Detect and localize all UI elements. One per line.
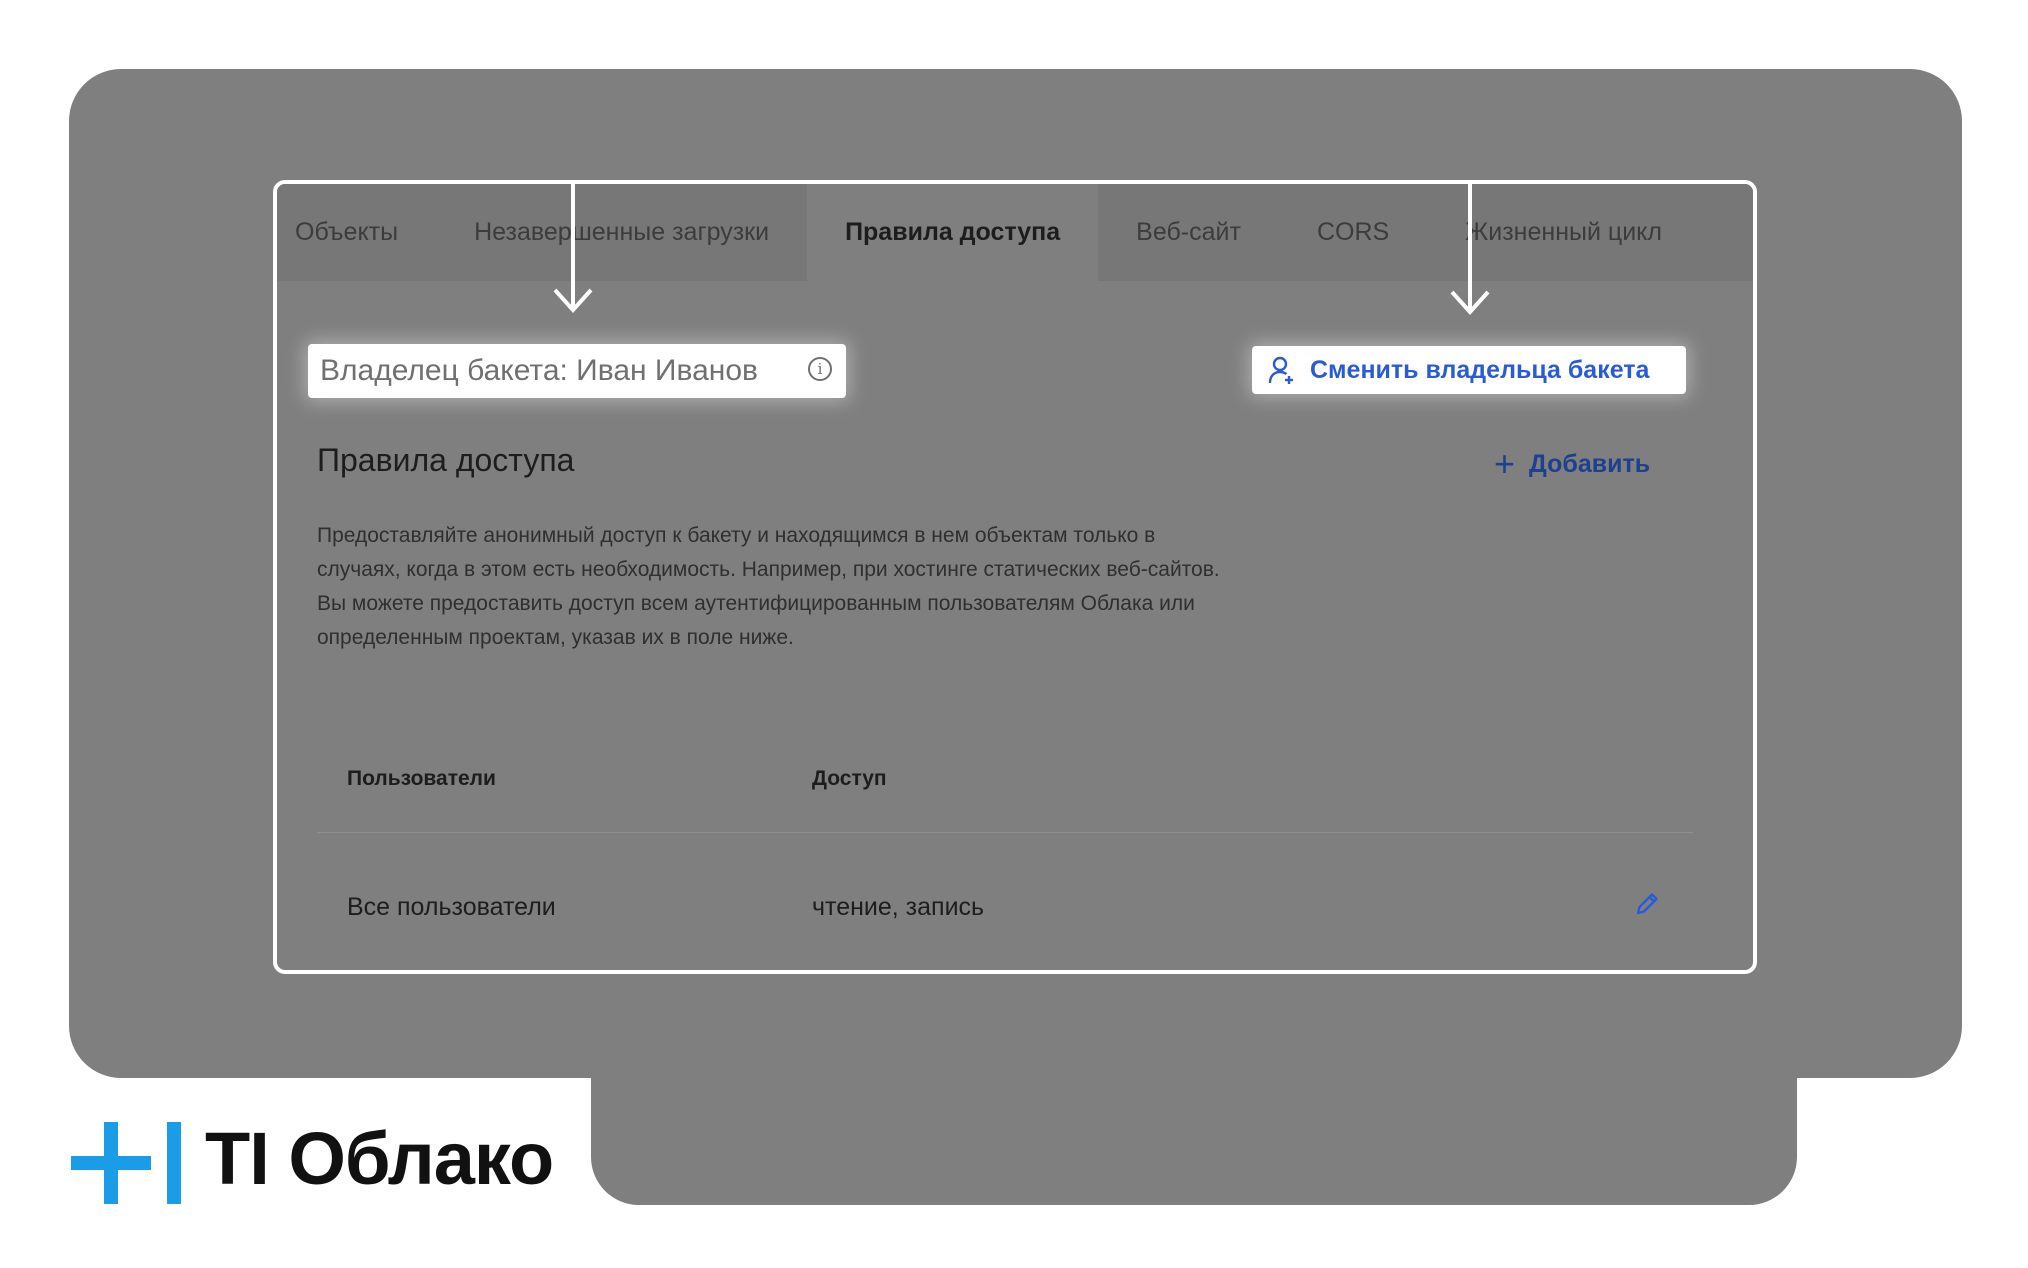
row-users-cell: Все пользователи (347, 893, 556, 921)
backdrop-lower (591, 1000, 1797, 1205)
bucket-owner-text: Владелец бакета: Иван Иванов (320, 354, 758, 387)
down-arrow-icon (553, 182, 593, 313)
tab-objects[interactable]: Объекты (277, 184, 436, 281)
screenshot-panel: Объекты Незавершенные загрузки Правила д… (273, 180, 1757, 974)
brand-name: TI Облако (205, 1117, 554, 1200)
bucket-owner-label: Владелец бакета: Иван Иванов i (308, 344, 846, 398)
tab-cors[interactable]: CORS (1279, 184, 1427, 281)
add-button[interactable]: + Добавить (1494, 446, 1650, 482)
column-header-users: Пользователи (347, 767, 496, 790)
table-divider (317, 832, 1693, 833)
access-description: Предоставляйте анонимный доступ к бакету… (317, 519, 1397, 655)
change-owner-label: Сменить владельца бакета (1310, 355, 1650, 384)
info-icon[interactable]: i (808, 357, 832, 381)
user-plus-icon (1268, 356, 1293, 384)
description-line: Предоставляйте анонимный доступ к бакету… (317, 524, 1156, 547)
brand-logo: TI Облако (71, 1117, 591, 1204)
down-arrow-icon (1450, 182, 1490, 315)
pencil-icon[interactable] (1632, 889, 1662, 919)
section-title: Правила доступа (317, 442, 575, 478)
tab-incomplete-uploads[interactable]: Незавершенные загрузки (436, 184, 807, 281)
description-line: Вы можете предоставить доступ всем аутен… (317, 592, 1195, 615)
corner-cutout-right (1797, 1078, 2028, 1268)
slide: Объекты Незавершенные загрузки Правила д… (0, 0, 2028, 1268)
logo-mark-icon (71, 1122, 181, 1204)
description-line: определенным проектам, указав их в поле … (317, 626, 794, 649)
tab-website[interactable]: Веб-сайт (1098, 184, 1279, 281)
plus-icon: + (1494, 443, 1516, 484)
tab-bar: Объекты Незавершенные загрузки Правила д… (277, 184, 1753, 281)
tab-access-rules[interactable]: Правила доступа (807, 184, 1099, 281)
change-owner-button[interactable]: Сменить владельца бакета (1252, 346, 1686, 394)
add-label: Добавить (1529, 449, 1651, 478)
column-header-access: Доступ (812, 767, 887, 790)
description-line: случаях, когда в этом есть необходимость… (317, 558, 1220, 581)
row-access-cell: чтение, запись (812, 893, 985, 921)
